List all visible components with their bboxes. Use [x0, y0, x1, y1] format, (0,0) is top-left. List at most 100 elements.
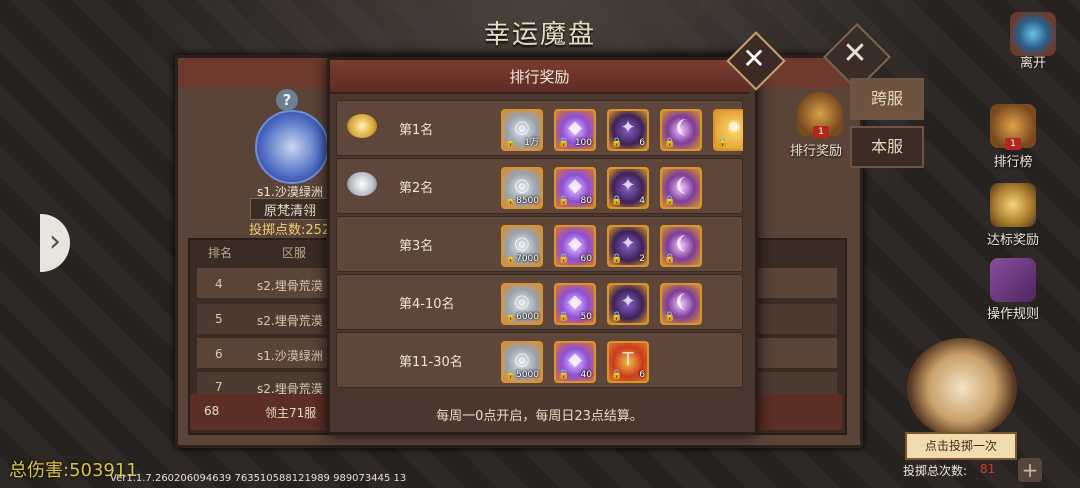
gem-item-icon[interactable]: ◆ 🔒 50 — [554, 283, 596, 325]
reward-rank-label: 第1名 — [399, 123, 434, 138]
flame-item-icon[interactable]: ✹ 🔒 — [713, 109, 743, 151]
claw-glyph-icon: ✦ — [620, 291, 636, 312]
item-count: 2 — [639, 254, 645, 264]
reward-rank-label: 第4-10名 — [399, 297, 455, 312]
game-title: 幸运魔盘 — [483, 20, 596, 50]
player-avatar[interactable] — [255, 110, 329, 184]
reward-list[interactable]: 第1名 ◎ 🔒 1万 ◆ 🔒 100 ✦ 🔒 6 ❨ 🔒 ✹ 🔒 第2名 ◎ 🔒 8500 ◆ 🔒 80 ✦ 🔒 4 ❨ 🔒 第3名… — [336, 96, 743, 398]
claw-item-icon[interactable]: ✦ 🔒 4 — [607, 167, 649, 209]
gem-glyph-icon: ◆ — [568, 117, 582, 138]
leave-icon[interactable] — [1010, 12, 1056, 56]
bow-item-icon[interactable]: ❨ 🔒 — [660, 283, 702, 325]
reward-row: 第3名 ◎ 🔒 7000 ◆ 🔒 60 ✦ 🔒 2 ❨ 🔒 — [336, 216, 743, 272]
claw-item-icon[interactable]: ✦ 🔒 6 — [607, 109, 649, 151]
lock-icon: 🔒 — [505, 196, 517, 206]
coin-item-icon[interactable]: ◎ 🔒 1万 — [501, 109, 543, 151]
scroll-glyph-icon: T — [622, 349, 634, 370]
lock-icon: 🔒 — [505, 370, 517, 380]
lock-icon: 🔒 — [505, 138, 517, 148]
target-reward-button[interactable]: 达标奖励 — [973, 229, 1053, 248]
rules-button[interactable]: 操作规则 — [973, 303, 1053, 322]
claw-item-icon[interactable]: ✦ 🔒 2 — [607, 225, 649, 267]
settlement-note: 每周一0点开启，每周日23点结算。 — [436, 409, 643, 424]
ranking-button[interactable]: 排行榜 — [973, 151, 1053, 170]
row-rank: 4 — [215, 277, 223, 291]
row-server: s1.沙漠绿洲 — [257, 349, 323, 363]
gem-glyph-icon: ◆ — [568, 291, 582, 312]
lock-icon: 🔒 — [664, 196, 676, 206]
modal-title: 排行奖励 — [509, 68, 570, 86]
lock-icon: 🔒 — [611, 138, 623, 148]
rank-reward-badge: 1 — [813, 126, 829, 138]
bow-glyph-icon: ❨ — [673, 291, 689, 312]
throw-button[interactable]: 点击投掷一次 — [905, 432, 1017, 460]
gem-glyph-icon: ◆ — [568, 233, 582, 254]
coin-item-icon[interactable]: ◎ 🔒 5000 — [501, 341, 543, 383]
row-server: s2.埋骨荒漠 — [257, 279, 323, 293]
lock-icon: 🔒 — [664, 312, 676, 322]
lock-icon: 🔒 — [505, 254, 517, 264]
coin-glyph-icon: ◎ — [514, 291, 530, 312]
rank-reward-button[interactable]: 排行奖励 — [790, 140, 842, 159]
help-icon[interactable]: ? — [276, 89, 298, 111]
row-rank: 7 — [215, 380, 223, 394]
reward-rank-label: 第11-30名 — [399, 355, 463, 370]
tab-this-server[interactable]: 本服 — [850, 126, 924, 168]
star-shield-icon[interactable] — [990, 183, 1036, 227]
item-count: 60 — [580, 254, 592, 264]
claw-glyph-icon: ✦ — [620, 117, 636, 138]
coin-item-icon[interactable]: ◎ 🔒 7000 — [501, 225, 543, 267]
scroll-item-icon[interactable]: T 🔒 6 — [607, 341, 649, 383]
leave-button[interactable]: 离开 — [993, 52, 1073, 71]
lock-icon: 🔒 — [611, 312, 623, 322]
lock-icon: 🔒 — [611, 196, 623, 206]
ranking-badge: 1 — [1005, 138, 1021, 150]
tab-cross-server[interactable]: 跨服 — [850, 78, 924, 120]
gem-item-icon[interactable]: ◆ 🔒 60 — [554, 225, 596, 267]
close-icon[interactable]: ✕ — [735, 40, 773, 78]
flame-glyph-icon: ✹ — [726, 117, 742, 138]
throw-points: 投掷点数:252 — [249, 223, 331, 238]
dice-icon[interactable] — [907, 338, 1017, 438]
lock-icon: 🔒 — [558, 370, 570, 380]
player-name: 原梵清翎 — [263, 204, 316, 219]
row-rank: 6 — [215, 347, 223, 361]
row-server: s2.埋骨荒漠 — [257, 314, 323, 328]
lock-icon: 🔒 — [558, 312, 570, 322]
rank-column-header: 排名 — [208, 246, 233, 260]
coin-item-icon[interactable]: ◎ 🔒 6000 — [501, 283, 543, 325]
gem-item-icon[interactable]: ◆ 🔒 80 — [554, 167, 596, 209]
item-count: 4 — [639, 196, 645, 206]
version-info: Ver1.1.7.260206094639 763510588121989 98… — [110, 473, 407, 484]
rulebook-icon[interactable] — [990, 258, 1036, 302]
gem-item-icon[interactable]: ◆ 🔒 40 — [554, 341, 596, 383]
lock-icon: 🔒 — [558, 138, 570, 148]
item-count: 50 — [580, 312, 592, 322]
item-count: 8500 — [516, 196, 539, 206]
lock-icon: 🔒 — [558, 254, 570, 264]
coin-item-icon[interactable]: ◎ 🔒 8500 — [501, 167, 543, 209]
add-throws-button[interactable]: + — [1018, 458, 1042, 482]
reward-row: 第4-10名 ◎ 🔒 6000 ◆ 🔒 50 ✦ 🔒 ❨ 🔒 — [336, 274, 743, 330]
item-count: 1万 — [524, 138, 539, 148]
my-server: 领主71服 — [265, 406, 317, 420]
lock-icon: 🔒 — [505, 312, 517, 322]
claw-item-icon[interactable]: ✦ 🔒 — [607, 283, 649, 325]
reward-row: 第2名 ◎ 🔒 8500 ◆ 🔒 80 ✦ 🔒 4 ❨ 🔒 — [336, 158, 743, 214]
lock-icon: 🔒 — [611, 370, 623, 380]
gem-glyph-icon: ◆ — [568, 349, 582, 370]
bow-item-icon[interactable]: ❨ 🔒 — [660, 109, 702, 151]
throw-total-value: 81 — [980, 462, 996, 476]
item-count: 6000 — [516, 312, 539, 322]
close-icon[interactable]: ✕ — [833, 33, 877, 77]
item-count: 80 — [580, 196, 592, 206]
item-count: 40 — [580, 370, 592, 380]
item-count: 5000 — [516, 370, 539, 380]
gem-item-icon[interactable]: ◆ 🔒 100 — [554, 109, 596, 151]
bow-item-icon[interactable]: ❨ 🔒 — [660, 167, 702, 209]
bow-item-icon[interactable]: ❨ 🔒 — [660, 225, 702, 267]
bow-glyph-icon: ❨ — [673, 117, 689, 138]
my-rank: 68 — [204, 404, 220, 418]
lock-icon: 🔒 — [717, 138, 729, 148]
item-count: 6 — [639, 370, 645, 380]
